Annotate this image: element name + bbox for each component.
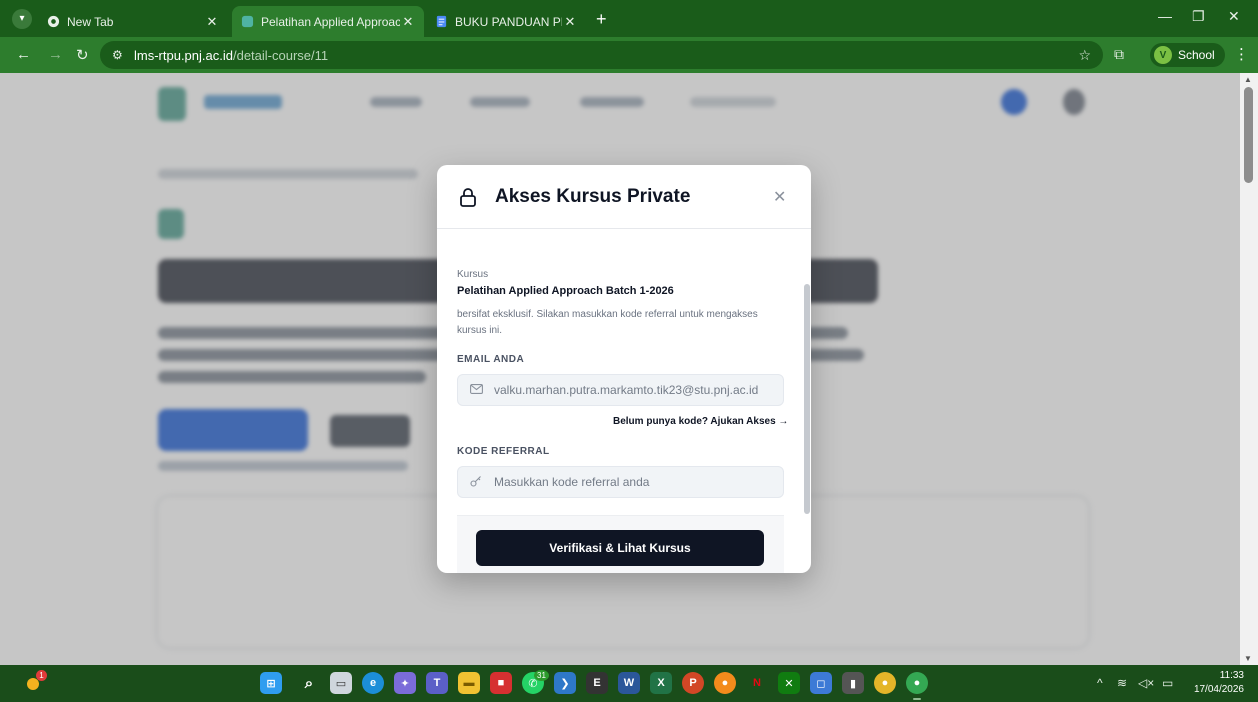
minimize-icon[interactable]: — — [1158, 8, 1172, 24]
volume-icon[interactable]: ◁× — [1138, 676, 1154, 690]
modal-header: Akses Kursus Private ✕ — [437, 165, 811, 229]
email-label: EMAIL ANDA — [457, 354, 525, 365]
site-info-icon[interactable]: ⚙ — [112, 48, 134, 62]
xbox-icon[interactable]: ✕ — [778, 672, 800, 694]
netflix-icon[interactable]: N — [746, 672, 768, 694]
word-icon[interactable]: W — [618, 672, 640, 694]
forward-icon[interactable]: → — [48, 46, 63, 63]
roblox-icon[interactable]: ◻ — [810, 672, 832, 694]
close-icon[interactable]: ✕ — [204, 14, 220, 30]
file-explorer-icon[interactable]: ▬ — [458, 672, 480, 694]
extensions-icon[interactable]: ⧉ — [1114, 46, 1124, 63]
key-icon — [470, 475, 486, 490]
bookmark-star-icon[interactable]: ☆ — [1078, 47, 1091, 64]
wifi-icon[interactable]: ≋ — [1117, 676, 1127, 690]
tab-search-menu-icon[interactable]: ▾ — [12, 9, 32, 29]
modal-title: Akses Kursus Private — [495, 186, 691, 207]
email-value: valku.marhan.putra.markamto.tik23@stu.pn… — [494, 383, 759, 397]
whatsapp-badge: 31 — [534, 670, 549, 681]
clock-date: 17/04/2026 — [1193, 684, 1244, 695]
excel-icon[interactable]: X — [650, 672, 672, 694]
modal-footer: Verifikasi & Lihat Kursus — [457, 515, 784, 573]
avatar: V — [1154, 46, 1172, 64]
task-view-icon[interactable]: ▭ — [330, 672, 352, 694]
running-indicator — [913, 698, 921, 700]
clock-time: 11:33 — [1219, 670, 1244, 681]
clock[interactable]: 11:33 17/04/2026 — [1186, 669, 1244, 697]
epic-games-icon[interactable]: E — [586, 672, 608, 694]
reload-icon[interactable]: ↻ — [76, 46, 89, 64]
tab-title: New Tab — [67, 14, 114, 29]
course-name: Pelatihan Applied Approach Batch 1-2026 — [457, 285, 674, 297]
referral-code-input[interactable]: Masukkan kode referral anda — [457, 466, 784, 498]
scroll-up-icon[interactable]: ▲ — [1244, 75, 1252, 84]
tab-title: BUKU PANDUAN PENGGUNA - — [455, 14, 562, 29]
page-scrollbar[interactable]: ▲ ▼ — [1240, 73, 1258, 665]
search-icon[interactable]: ⌕ — [298, 672, 320, 694]
edge-icon[interactable]: e — [362, 672, 384, 694]
url-host: lms-rtpu.pnj.ac.id — [134, 47, 233, 63]
url-path: /detail-course/11 — [232, 47, 329, 63]
back-icon[interactable]: ← — [16, 46, 31, 63]
tab-new-tab[interactable]: New Tab ✕ — [38, 6, 228, 37]
profile-button[interactable]: V School — [1150, 43, 1225, 67]
new-tab-icon[interactable]: + — [596, 9, 607, 30]
tab-pelatihan[interactable]: Pelatihan Applied Approach Bat ✕ — [232, 6, 424, 37]
referral-label: KODE REFERRAL — [457, 446, 550, 457]
firefox-icon[interactable]: ● — [714, 672, 736, 694]
modal-body: Kursus Pelatihan Applied Approach Batch … — [437, 229, 803, 573]
notification-badge: 1 — [36, 670, 47, 681]
private-course-access-modal: Akses Kursus Private ✕ Kursus Pelatihan … — [437, 165, 811, 573]
mail-icon — [470, 383, 486, 397]
verify-button[interactable]: Verifikasi & Lihat Kursus — [476, 530, 764, 566]
close-icon[interactable]: ✕ — [562, 14, 578, 30]
vscode-icon[interactable]: ❯ — [554, 672, 576, 694]
modal-scrollbar[interactable] — [803, 229, 811, 573]
restore-icon[interactable]: ❐ — [1192, 8, 1205, 25]
modal-scrollbar-thumb[interactable] — [804, 284, 810, 514]
request-access-link[interactable]: Belum punya kode? Ajukan Akses → — [613, 416, 788, 427]
chrome-icon — [46, 15, 60, 29]
chrome-school-icon[interactable]: ● — [906, 672, 928, 694]
store-icon[interactable]: ■ — [490, 672, 512, 694]
taskbar: 1 ⊞ ⌕ ▭ e ✦ T ▬ ■ ✆ 31 ❯ E W X P ● N ✕ ◻… — [0, 665, 1258, 702]
lock-icon — [460, 188, 476, 207]
docs-icon — [434, 15, 448, 29]
tab-title: Pelatihan Applied Approach Bat — [261, 14, 400, 29]
teams-icon[interactable]: T — [426, 672, 448, 694]
tray-overflow-icon[interactable]: ^ — [1097, 676, 1103, 690]
lms-icon — [240, 15, 254, 29]
battery-icon[interactable]: ▭ — [1162, 676, 1173, 690]
window-close-icon[interactable]: ✕ — [1228, 8, 1240, 25]
browser-toolbar: ← → ↻ ⚙ lms-rtpu.pnj.ac.id/detail-course… — [0, 37, 1258, 73]
profile-label: School — [1178, 48, 1215, 62]
start-icon[interactable]: ⊞ — [260, 672, 282, 694]
page-scrollbar-thumb[interactable] — [1244, 87, 1253, 183]
close-icon[interactable]: ✕ — [400, 14, 416, 30]
tab-strip: ▾ New Tab ✕ Pelatihan Applied Approach B… — [0, 0, 1258, 37]
close-icon[interactable]: ✕ — [773, 187, 786, 207]
access-description: bersifat eksklusif. Silakan masukkan kod… — [457, 309, 758, 336]
course-label: Kursus — [457, 269, 489, 280]
tab-buku-panduan[interactable]: BUKU PANDUAN PENGGUNA - ✕ — [426, 6, 586, 37]
powerpoint-icon[interactable]: P — [682, 672, 704, 694]
scroll-down-icon[interactable]: ▼ — [1244, 654, 1252, 663]
email-field[interactable]: valku.marhan.putra.markamto.tik23@stu.pn… — [457, 374, 784, 406]
app-icon[interactable]: ▮ — [842, 672, 864, 694]
chrome-icon[interactable]: ● — [874, 672, 896, 694]
browser-menu-icon[interactable]: ⋮ — [1234, 45, 1249, 63]
copilot-icon[interactable]: ✦ — [394, 672, 416, 694]
address-bar[interactable]: ⚙ lms-rtpu.pnj.ac.id/detail-course/11 ☆ — [100, 41, 1103, 69]
page-viewport: Akses Kursus Private ✕ Kursus Pelatihan … — [0, 73, 1240, 665]
referral-placeholder: Masukkan kode referral anda — [494, 475, 650, 489]
